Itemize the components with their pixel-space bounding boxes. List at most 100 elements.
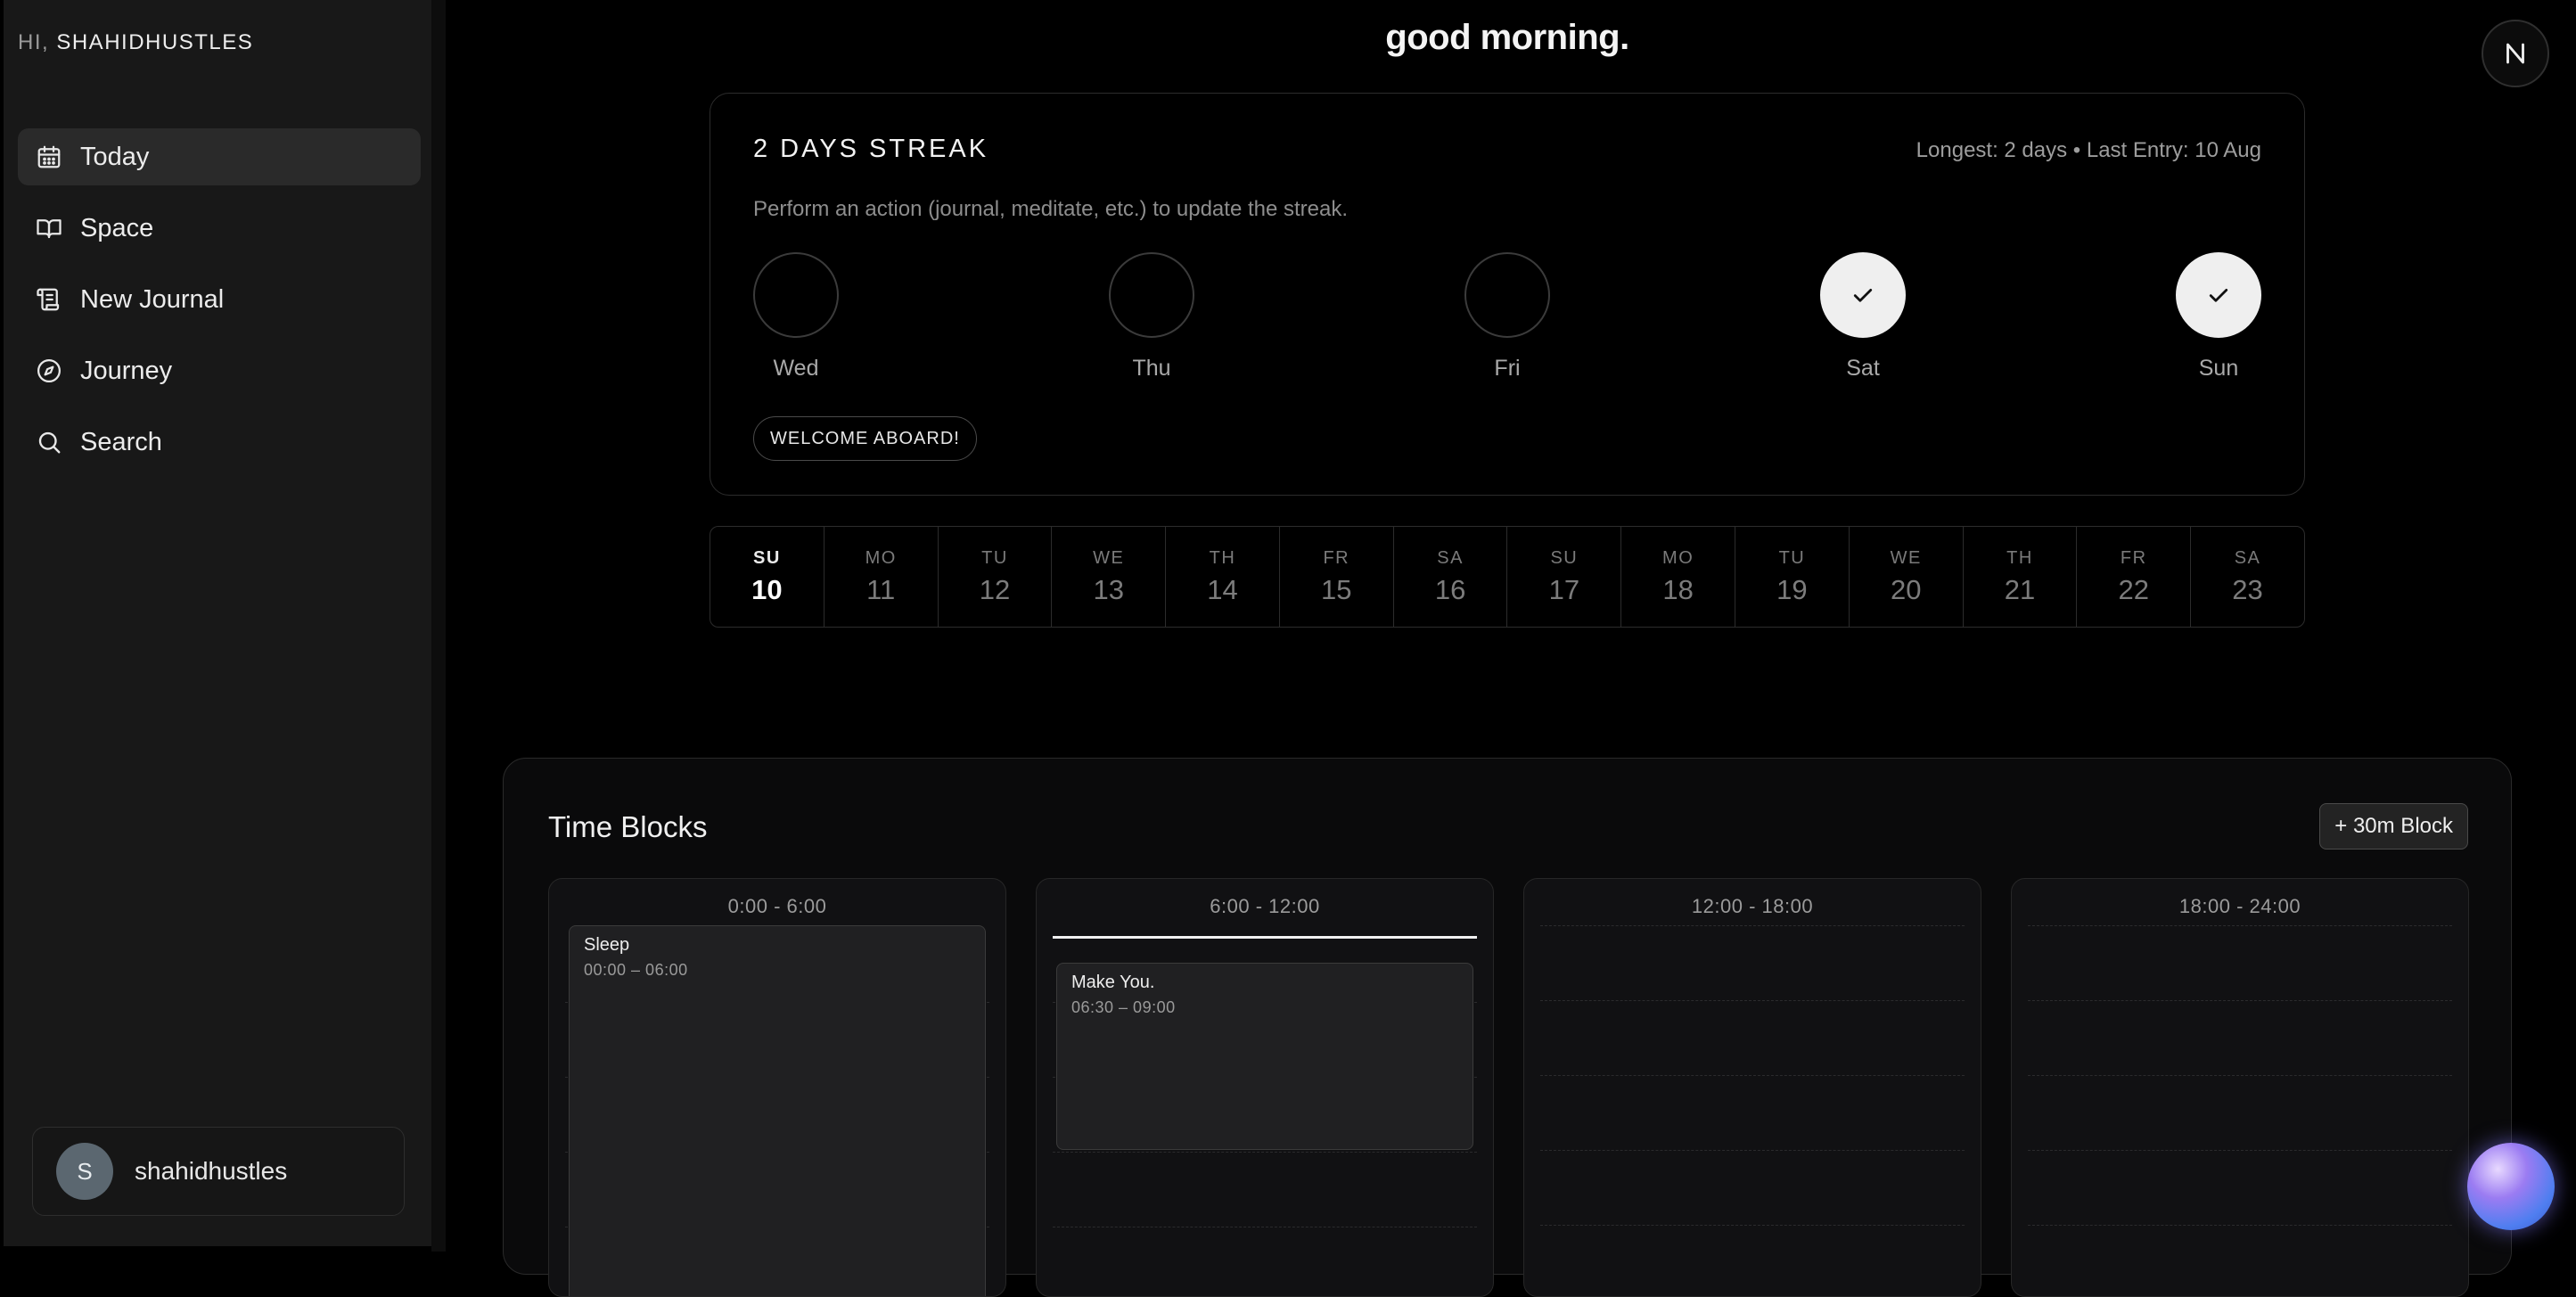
grid-line [1540,1075,1965,1076]
date-num: 20 [1890,573,1922,605]
sidebar-item-label: Journey [80,356,173,385]
time-column-12-18: 12:00 - 18:00 [1523,878,1981,1297]
calendar-icon [36,144,62,170]
grid-line [2028,925,2452,926]
assistant-orb-button[interactable] [2467,1143,2555,1230]
date-dow: TH [1209,547,1236,568]
date-cell[interactable]: TH 21 [1964,527,2078,627]
streak-day-sun: Sun [2176,252,2261,382]
streak-meta: Longest: 2 days • Last Entry: 10 Aug [1916,138,2261,162]
date-dow: SA [2234,547,2261,568]
date-dow: FR [2120,547,2147,568]
date-cell[interactable]: SA 16 [1394,527,1508,627]
time-range-label: 0:00 - 6:00 [727,895,827,917]
date-cell[interactable]: WE 13 [1052,527,1167,627]
date-dow: TU [1778,547,1806,568]
date-num: 22 [2118,573,2149,605]
streak-days: Wed Thu Fri Sat Sun [753,252,2263,386]
streak-day-fri: Fri [1464,252,1550,382]
sidebar-item-today[interactable]: Today [18,128,421,185]
user-name: shahidhustles [135,1157,288,1185]
date-cell[interactable]: TU 12 [939,527,1053,627]
date-cell[interactable]: FR 15 [1280,527,1394,627]
sidebar-divider [431,0,446,1252]
grid-line [1540,1000,1965,1001]
n-logo-icon [2506,43,2524,64]
date-num: 11 [866,573,896,605]
avatar: S [56,1143,113,1200]
sidebar-item-journey[interactable]: Journey [18,342,421,399]
date-cell[interactable]: SU 10 [710,527,824,627]
date-num: 10 [751,573,783,605]
streak-card: 2 DAYS STREAK Longest: 2 days • Last Ent… [710,93,2305,496]
sidebar-item-label: New Journal [80,284,225,314]
streak-day-circle [753,252,839,338]
grid-line [2028,1150,2452,1151]
date-cell[interactable]: TH 14 [1166,527,1280,627]
grid-line [2028,1075,2452,1076]
date-num: 14 [1207,573,1238,605]
date-cell[interactable]: WE 20 [1850,527,1964,627]
check-icon [1853,289,1873,302]
sidebar-item-label: Today [80,142,150,171]
time-block-sleep[interactable]: Sleep 00:00 – 06:00 [569,925,986,1296]
current-time-indicator [1053,936,1477,939]
time-blocks-card: Time Blocks + 30m Block 0:00 - 6:00 Slee… [503,758,2512,1297]
sidebar: HI, SHAHIDHUSTLES Today Space New Journa… [4,0,431,1246]
user-card[interactable]: S shahidhustles [32,1127,405,1216]
grid-line [1053,1152,1477,1153]
date-cell[interactable]: MO 18 [1621,527,1736,627]
time-column-18-24: 18:00 - 24:00 [2011,878,2469,1297]
date-cell[interactable]: SU 17 [1507,527,1622,627]
date-num: 13 [1093,573,1124,605]
sidebar-item-new-journal[interactable]: New Journal [18,271,421,328]
date-dow: WE [1093,547,1125,568]
streak-day-label: Wed [773,356,819,381]
time-block-make-you[interactable]: Make You. 06:30 – 09:00 [1056,963,1473,1150]
date-cell[interactable]: FR 22 [2077,527,2192,627]
streak-day-circle [1820,252,1906,338]
compass-icon [36,357,62,384]
sidebar-item-label: Space [80,213,154,242]
greeting-prefix: HI, [18,30,50,54]
time-blocks-title: Time Blocks [548,810,708,843]
streak-day-label: Thu [1132,356,1171,381]
streak-day-thu: Thu [1109,252,1194,382]
week-date-strip: SU 10 MO 11 TU 12 WE 13 TH 14 FR 15 SA 16 SU 17 … [710,526,2305,628]
date-num: 15 [1321,573,1352,605]
streak-day-wed: Wed [753,252,839,382]
date-dow: WE [1890,547,1922,568]
streak-badge: WELCOME ABOARD! [753,416,977,461]
streak-day-label: Fri [1494,356,1521,381]
sidebar-nav: Today Space New Journal Journey Search [18,128,421,485]
date-dow: SU [1550,547,1579,568]
book-open-icon [36,215,62,242]
time-column-6-12: 6:00 - 12:00 Make You. 06:30 – 09:00 [1036,878,1494,1297]
date-cell[interactable]: MO 11 [824,527,939,627]
block-time: 06:30 – 09:00 [1071,998,1176,1016]
search-icon [36,429,62,456]
sidebar-item-space[interactable]: Space [18,200,421,257]
add-30m-block-button[interactable]: + 30m Block [2319,803,2468,850]
n-logo-button[interactable] [2482,20,2549,87]
streak-day-circle [1109,252,1194,338]
time-column-0-6: 0:00 - 6:00 Sleep 00:00 – 06:00 [548,878,1006,1297]
time-range-label: 6:00 - 12:00 [1210,895,1320,917]
streak-day-label: Sun [2198,356,2239,381]
time-range-label: 12:00 - 18:00 [1691,895,1814,917]
block-time: 00:00 – 06:00 [584,961,688,979]
check-icon [2209,289,2228,302]
streak-day-label: Sat [1846,356,1880,381]
date-dow: TH [2006,547,2033,568]
sidebar-item-search[interactable]: Search [18,414,421,471]
date-dow: MO [865,547,897,568]
time-range-label: 18:00 - 24:00 [2178,895,2301,917]
date-dow: SU [752,547,781,568]
date-num: 18 [1662,573,1694,605]
grid-line [2028,1225,2452,1226]
date-cell[interactable]: TU 19 [1735,527,1850,627]
date-num: 16 [1434,573,1466,605]
date-cell[interactable]: SA 23 [2191,527,2304,627]
date-num: 19 [1776,573,1808,605]
block-name: Make You. [1071,973,1155,992]
